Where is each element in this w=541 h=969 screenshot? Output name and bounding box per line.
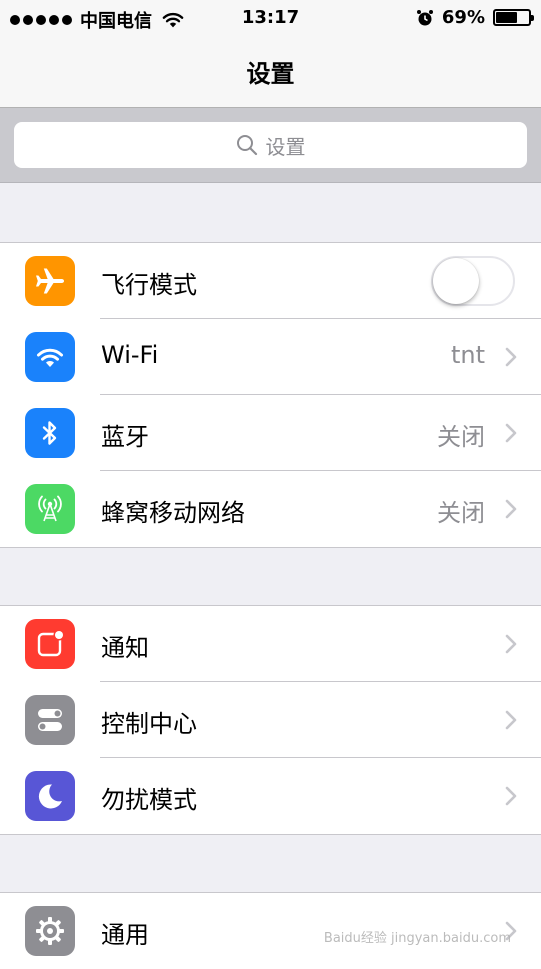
search-input[interactable]: 设置 bbox=[14, 122, 527, 168]
navigation-bar: 设置 bbox=[0, 36, 541, 108]
settings-group-connectivity: 飞行模式 Wi-Fi tnt 蓝牙 关闭 蜂窝移动网络 关闭 bbox=[0, 242, 541, 548]
toggle-knob bbox=[433, 258, 479, 304]
status-bar: 中国电信 13:17 69% bbox=[0, 0, 541, 36]
settings-row-label: 飞行模式 bbox=[101, 271, 197, 299]
search-placeholder: 设置 bbox=[265, 134, 306, 159]
moon-icon bbox=[25, 771, 75, 821]
settings-row-airplane-mode[interactable]: 飞行模式 bbox=[0, 243, 541, 319]
notification-icon bbox=[25, 619, 75, 669]
battery-percent: 69% bbox=[441, 7, 485, 28]
airplane-mode-toggle[interactable] bbox=[431, 256, 515, 306]
chevron-right-icon bbox=[505, 786, 517, 806]
settings-row-label: 蓝牙 bbox=[101, 423, 149, 451]
wifi-network-name: tnt bbox=[450, 341, 485, 369]
chevron-right-icon bbox=[505, 710, 517, 730]
settings-row-label: 勿扰模式 bbox=[101, 786, 197, 814]
wifi-icon bbox=[25, 332, 75, 382]
chevron-right-icon bbox=[505, 423, 517, 443]
watermark: Baidu经验 jingyan.baidu.com bbox=[323, 931, 511, 946]
search-area: 设置 bbox=[0, 108, 541, 183]
bluetooth-status: 关闭 bbox=[437, 423, 485, 451]
settings-row-cellular[interactable]: 蜂窝移动网络 关闭 bbox=[0, 471, 541, 547]
settings-row-label: 蜂窝移动网络 bbox=[101, 499, 245, 527]
page-title: 设置 bbox=[246, 60, 295, 88]
gear-icon bbox=[25, 906, 75, 956]
airplane-icon bbox=[25, 256, 75, 306]
cellular-antenna-icon bbox=[25, 484, 75, 534]
control-center-icon bbox=[25, 695, 75, 745]
search-icon bbox=[236, 135, 257, 156]
chevron-right-icon bbox=[505, 347, 517, 367]
battery-icon bbox=[493, 9, 534, 26]
settings-row-label: 通用 bbox=[101, 921, 149, 949]
chevron-right-icon bbox=[505, 634, 517, 654]
settings-row-notifications[interactable]: 通知 bbox=[0, 606, 541, 682]
settings-row-bluetooth[interactable]: 蓝牙 关闭 bbox=[0, 395, 541, 471]
settings-row-wifi[interactable]: Wi-Fi tnt bbox=[0, 319, 541, 395]
settings-row-do-not-disturb[interactable]: 勿扰模式 bbox=[0, 758, 541, 834]
alarm-icon bbox=[416, 9, 433, 25]
settings-row-label: Wi-Fi bbox=[101, 341, 159, 369]
settings-row-label: 控制中心 bbox=[101, 710, 197, 738]
bluetooth-icon bbox=[25, 408, 75, 458]
settings-row-label: 通知 bbox=[101, 634, 149, 662]
chevron-right-icon bbox=[505, 499, 517, 519]
cellular-status: 关闭 bbox=[437, 499, 485, 527]
settings-row-control-center[interactable]: 控制中心 bbox=[0, 682, 541, 758]
settings-group-notifications: 通知 控制中心 勿扰模式 bbox=[0, 605, 541, 835]
